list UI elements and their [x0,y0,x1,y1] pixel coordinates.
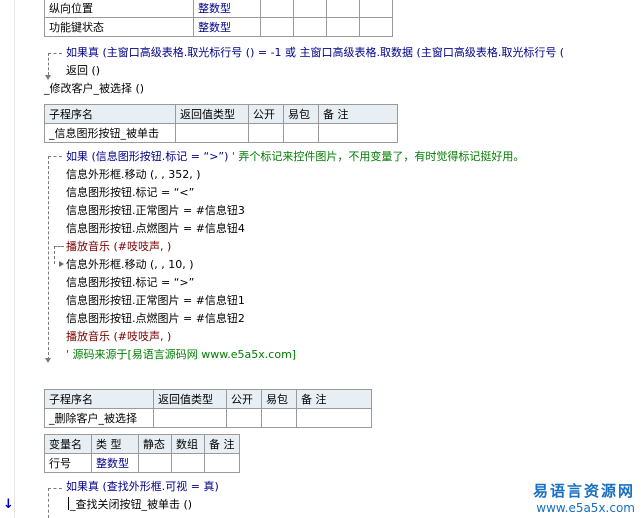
flow-line [48,488,49,518]
note-cell[interactable] [318,123,398,143]
col-note: 备 注 [296,389,372,409]
static-cell[interactable] [260,17,294,37]
watermark-title: 易语言资源网 [532,482,635,500]
watermark-logo: 易语言资源网 www.e5a5x.com [533,480,635,515]
code-line[interactable]: 信息图形按钮.标记 = “>” [66,274,194,292]
col-public: 公开 [226,389,262,409]
sub-name-cell[interactable]: _删除客户_被选择 [44,408,154,428]
col-sub-name: 子程序名 [44,104,176,124]
var-name-cell[interactable]: 行号 [44,453,92,473]
flow-line [48,156,49,360]
note-cell[interactable] [326,17,360,37]
return-type-cell[interactable] [175,123,249,143]
code-line[interactable]: 信息外形框.移动 (, , 352, ) [66,166,201,184]
note-cell[interactable] [204,453,240,473]
code-line[interactable]: 信息图形按钮.点燃图片 = #信息钮4 [66,220,245,238]
if-condition: 如果 (信息图形按钮.标记 = “>”) [66,150,229,163]
col-easy-pack: 易包 [283,104,319,124]
code-line[interactable]: 信息外形框.移动 (, , 10, ) [66,256,194,274]
code-line[interactable]: 信息图形按钮.正常图片 = #信息钮3 [66,202,245,220]
subroutine-table: 子程序名 返回值类型 公开 易包 备 注 _删除客户_被选择 [44,389,372,428]
if-comment: ' 弄个标记来控件图片，不用变量了，有时觉得标记挺好用。 [231,150,525,163]
col-var-name: 变量名 [44,434,92,454]
col-var-type: 类 型 [91,434,139,454]
flow-connector [48,156,62,157]
flow-connector [48,53,62,54]
table-row: 纵向位置 整数型 [44,0,393,18]
line-gutter [0,0,15,518]
code-line[interactable]: 信息图形按钮.点燃图片 = #信息钮2 [66,310,245,328]
col-note: 备 注 [204,434,240,454]
sub-call-statement[interactable]: _查找关闭按钮_被单击 () [70,496,192,514]
code-line[interactable]: 信息图形按钮.正常图片 = #信息钮1 [66,292,245,310]
col-static: 静态 [138,434,172,454]
var-name-cell[interactable]: 功能键状态 [44,17,194,37]
table-row: _信息图形按钮_被单击 [44,123,398,143]
col-sub-name: 子程序名 [44,389,154,409]
col-array: 数组 [171,434,205,454]
note-cell[interactable] [359,0,393,18]
note-cell[interactable] [326,0,360,18]
table-header-row: 子程序名 返回值类型 公开 易包 备 注 [44,104,398,124]
array-cell[interactable] [293,0,327,18]
play-music-line[interactable]: 播放音乐 (#吱吱声, ) [66,328,171,346]
note-cell[interactable] [296,408,372,428]
text-caret [68,497,69,510]
variable-table-top: 纵向位置 整数型 功能键状态 整数型 [44,0,393,37]
note-cell[interactable] [359,17,393,37]
var-type-cell[interactable]: 整数型 [193,0,261,18]
var-name-cell[interactable]: 纵向位置 [44,0,194,18]
col-return-type: 返回值类型 [153,389,227,409]
flow-connector [54,246,64,247]
table-row: 行号 整数型 [44,453,240,473]
flow-arrow-icon [45,358,51,363]
play-music-line[interactable]: 播放音乐 (#吱吱声, ) [66,238,171,256]
public-cell[interactable] [248,123,284,143]
flow-line [54,246,55,264]
watermark-url: www.e5a5x.com [536,501,635,515]
if-true-statement[interactable]: 如果真 (主窗口高级表格.取光标行号 () = -1 或 主窗口高级表格.取数据… [66,44,564,62]
easy-pack-cell[interactable] [283,123,319,143]
col-return-type: 返回值类型 [175,104,249,124]
sub-call-statement[interactable]: _修改客户_被选择 () [44,80,144,98]
source-comment[interactable]: ' 源码来源于[易语言源码网 www.e5a5x.com] [66,346,296,364]
var-type-cell[interactable]: 整数型 [193,17,261,37]
flow-line [48,53,49,75]
table-header-row: 子程序名 返回值类型 公开 易包 备 注 [44,389,372,409]
if-true-statement[interactable]: 如果真 (查找外形框.可视 = 真) [66,478,219,496]
table-header-row: 变量名 类 型 静态 数组 备 注 [44,434,240,454]
subroutine-table: 子程序名 返回值类型 公开 易包 备 注 _信息图形按钮_被单击 [44,104,398,143]
else-arrow-icon [59,261,64,267]
public-cell[interactable] [226,408,262,428]
static-cell[interactable] [260,0,294,18]
table-row: 功能键状态 整数型 [44,17,393,37]
return-type-cell[interactable] [153,408,227,428]
array-cell[interactable] [293,17,327,37]
local-variable-table: 变量名 类 型 静态 数组 备 注 行号 整数型 [44,434,240,473]
col-note: 备 注 [318,104,398,124]
current-line-arrow-icon: ↓ [3,497,14,512]
flow-connector [48,488,62,489]
sub-name-cell[interactable]: _信息图形按钮_被单击 [44,123,176,143]
if-statement[interactable]: 如果 (信息图形按钮.标记 = “>”) ' 弄个标记来控件图片，不用变量了，有… [66,148,524,166]
code-line[interactable]: 信息图形按钮.标记 = “<” [66,184,194,202]
static-cell[interactable] [138,453,172,473]
col-easy-pack: 易包 [261,389,297,409]
var-type-cell[interactable]: 整数型 [91,453,139,473]
return-statement[interactable]: 返回 () [66,62,100,80]
array-cell[interactable] [171,453,205,473]
col-public: 公开 [248,104,284,124]
table-row: _删除客户_被选择 [44,408,372,428]
easy-pack-cell[interactable] [261,408,297,428]
